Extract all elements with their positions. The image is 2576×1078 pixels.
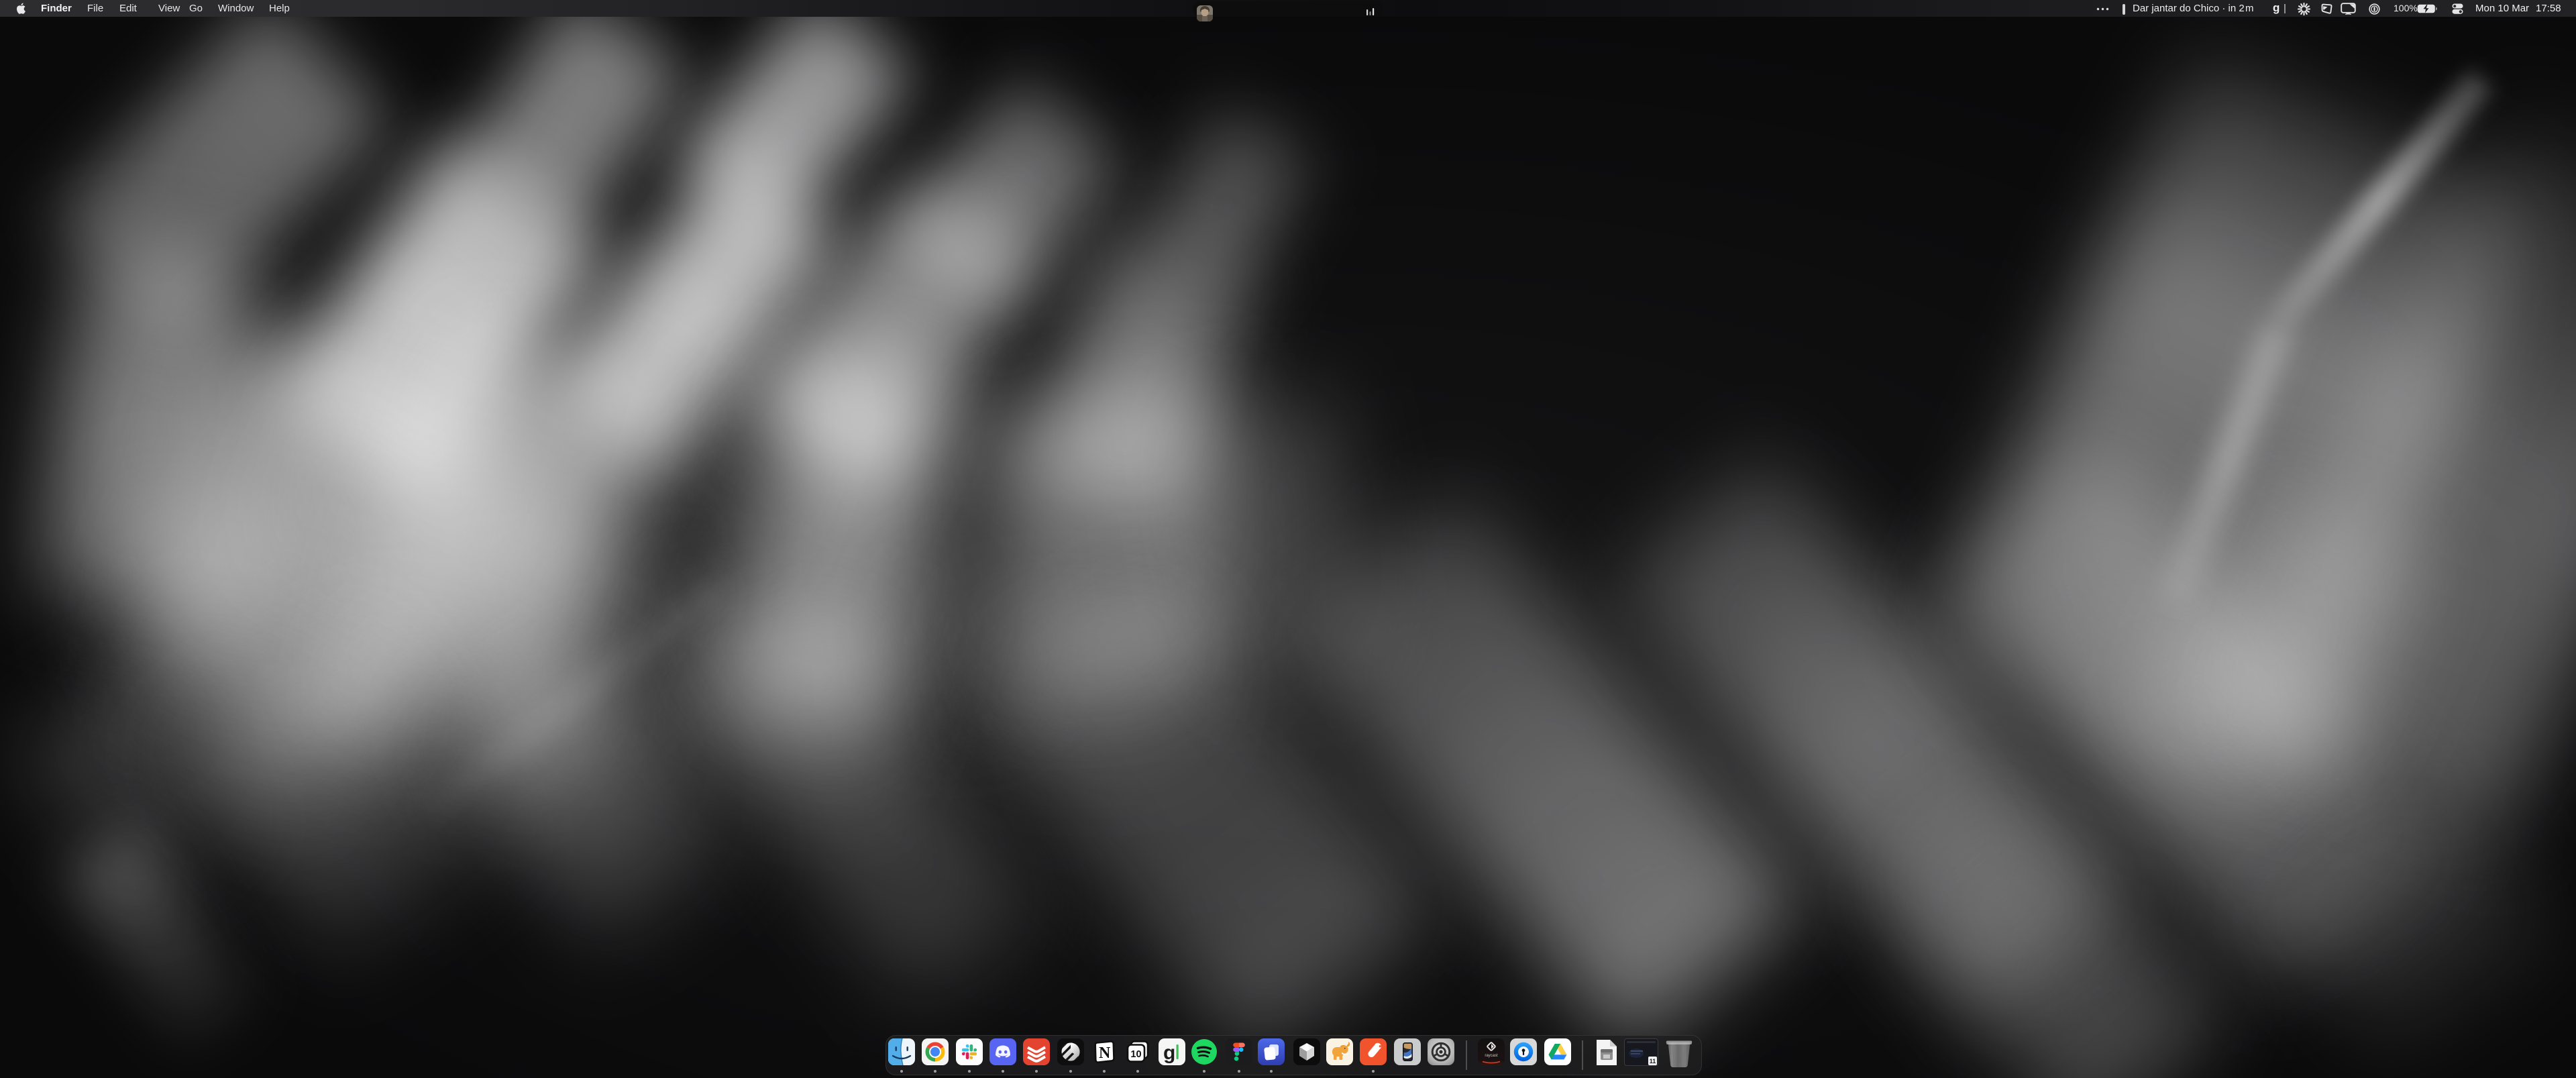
- svg-text:11: 11: [1650, 1058, 1656, 1065]
- svg-text:g: g: [1163, 1042, 1175, 1064]
- svg-text:N: N: [1099, 1044, 1111, 1062]
- svg-text:10: 10: [1130, 1049, 1141, 1060]
- svg-text:raycast: raycast: [1485, 1054, 1498, 1058]
